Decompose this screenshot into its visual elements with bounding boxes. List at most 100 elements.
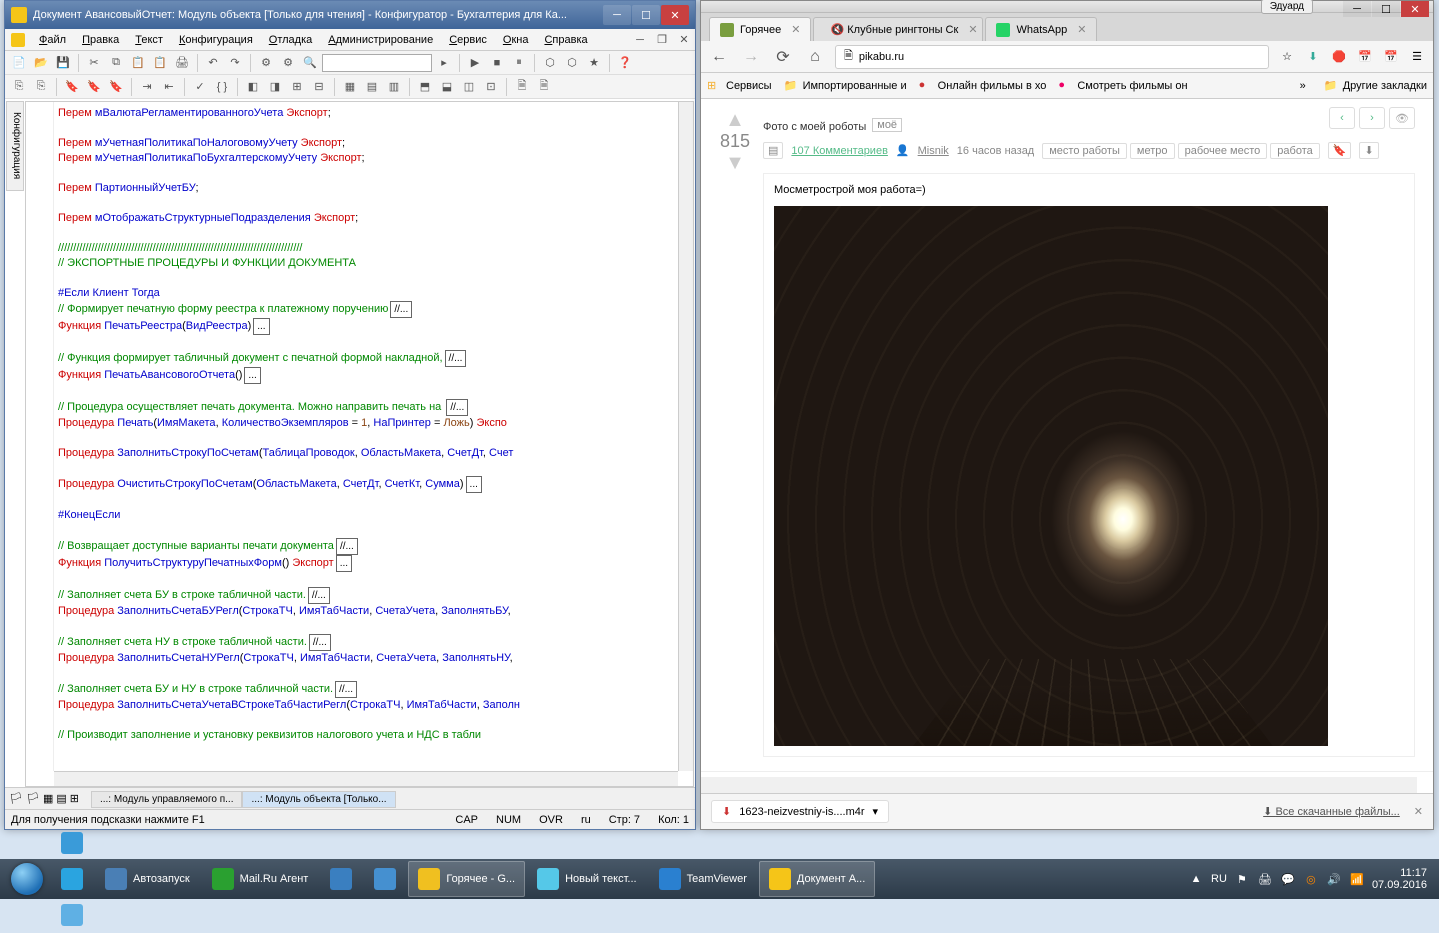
close-tab-icon[interactable]: ✕ bbox=[1077, 23, 1086, 36]
user-badge[interactable]: Эдуард bbox=[1261, 0, 1313, 14]
task-2[interactable] bbox=[320, 861, 362, 897]
pinned-1[interactable] bbox=[51, 861, 93, 897]
close-downloads-button[interactable]: ✕ bbox=[1414, 805, 1423, 818]
more-post-icon[interactable]: ⬇ bbox=[1359, 142, 1378, 159]
inner-restore-button[interactable]: ❐ bbox=[653, 32, 671, 48]
tray-printer-icon[interactable]: 🖨 bbox=[1257, 871, 1273, 887]
task-5[interactable]: Новый текст... bbox=[527, 861, 646, 897]
ext-star-icon[interactable]: ☆ bbox=[1277, 47, 1297, 67]
ext-cal1-icon[interactable]: 📅 bbox=[1355, 47, 1375, 67]
post-tag[interactable]: рабочее место bbox=[1178, 143, 1268, 159]
t2e1-icon[interactable]: 🗎 bbox=[512, 77, 532, 97]
save-icon[interactable]: 💾 bbox=[53, 53, 73, 73]
print-icon[interactable]: 🖨 bbox=[172, 53, 192, 73]
code-body[interactable]: Перем мВалютаРегламентированногоУчета Эк… bbox=[54, 102, 678, 771]
menu-Файл[interactable]: Файл bbox=[31, 31, 74, 49]
t2d3-icon[interactable]: ◫ bbox=[459, 77, 479, 97]
cfg1-icon[interactable]: ⚙ bbox=[256, 53, 276, 73]
cfg2-icon[interactable]: ⚙ bbox=[278, 53, 298, 73]
bookmark-icon[interactable]: 🔖 bbox=[62, 77, 82, 97]
tray-clock[interactable]: 11:17 07.09.2016 bbox=[1372, 867, 1427, 891]
bp-icon[interactable]: 🏳 bbox=[9, 792, 23, 805]
t2c3-icon[interactable]: ▥ bbox=[384, 77, 404, 97]
chrome-titlebar[interactable]: Эдуард ─ ☐ ✕ bbox=[701, 1, 1433, 13]
run-icon[interactable]: ▶ bbox=[465, 53, 485, 73]
save-post-icon[interactable]: 🔖 bbox=[1328, 142, 1352, 159]
t2e2-icon[interactable]: 🗎 bbox=[534, 77, 554, 97]
t2d1-icon[interactable]: ⬒ bbox=[415, 77, 435, 97]
bookmark-4[interactable]: 📁Другие закладки bbox=[1324, 79, 1427, 93]
page-content[interactable]: ▲ 815 ▼ ‹ › 👁 Фото с моей роботымоё ▤ 10… bbox=[701, 99, 1433, 793]
browser-tab-0[interactable]: Горячее✕ bbox=[709, 17, 811, 41]
bp4-icon[interactable]: ▤ bbox=[56, 792, 66, 805]
task-3[interactable] bbox=[364, 861, 406, 897]
page-hscroll[interactable] bbox=[701, 777, 1417, 793]
next-post-button[interactable]: › bbox=[1359, 107, 1385, 129]
pinned-2[interactable] bbox=[51, 897, 93, 933]
syntax-icon[interactable]: ✓ bbox=[190, 77, 210, 97]
download-chevron-icon[interactable]: ▾ bbox=[873, 805, 879, 818]
expand-icon[interactable]: ▤ bbox=[763, 142, 783, 159]
copy-icon[interactable]: ⧉ bbox=[106, 53, 126, 73]
tray-up-icon[interactable]: ▲ bbox=[1188, 871, 1204, 887]
bp5-icon[interactable]: ⊞ bbox=[70, 792, 79, 805]
chrome-menu-button[interactable]: ☰ bbox=[1407, 47, 1427, 67]
prev-post-button[interactable]: ‹ bbox=[1329, 107, 1355, 129]
cut-icon[interactable]: ✂ bbox=[84, 53, 104, 73]
vertical-scrollbar[interactable] bbox=[678, 102, 693, 771]
t2c1-icon[interactable]: ▦ bbox=[340, 77, 360, 97]
t2c2-icon[interactable]: ▤ bbox=[362, 77, 382, 97]
author-link[interactable]: Misnik bbox=[918, 145, 949, 157]
dbg1-icon[interactable]: ⬡ bbox=[540, 53, 560, 73]
bookmark-0[interactable]: ⊞Сервисы bbox=[707, 79, 772, 93]
pinned-0[interactable] bbox=[51, 825, 93, 861]
post-tag[interactable]: работа bbox=[1270, 143, 1319, 159]
help-icon[interactable]: ❓ bbox=[615, 53, 635, 73]
maximize-button[interactable]: ☐ bbox=[632, 5, 660, 25]
dbg3-icon[interactable]: ★ bbox=[584, 53, 604, 73]
open-icon[interactable]: 📂 bbox=[31, 53, 51, 73]
bookmark3-icon[interactable]: 🔖 bbox=[106, 77, 126, 97]
tray-mail-icon[interactable]: ◎ bbox=[1303, 871, 1319, 887]
task-6[interactable]: TeamViewer bbox=[649, 861, 757, 897]
task-1[interactable]: Mail.Ru Агент bbox=[202, 861, 319, 897]
post-tag[interactable]: метро bbox=[1130, 143, 1175, 159]
t2d2-icon[interactable]: ⬓ bbox=[437, 77, 457, 97]
task-0[interactable]: Автозапуск bbox=[95, 861, 200, 897]
menu-Конфигурация[interactable]: Конфигурация bbox=[171, 31, 261, 49]
paste-icon[interactable]: 📋 bbox=[128, 53, 148, 73]
bp3-icon[interactable]: ▦ bbox=[43, 792, 53, 805]
chrome-maximize-button[interactable]: ☐ bbox=[1372, 1, 1400, 17]
redo-icon[interactable]: ↷ bbox=[225, 53, 245, 73]
t2d4-icon[interactable]: ⊡ bbox=[481, 77, 501, 97]
brace-icon[interactable]: { } bbox=[212, 77, 232, 97]
tray-lang[interactable]: RU bbox=[1211, 873, 1227, 885]
forward-button[interactable]: → bbox=[739, 45, 763, 69]
browser-tab-2[interactable]: WhatsApp✕ bbox=[985, 17, 1097, 41]
find-icon[interactable]: 🔍 bbox=[300, 53, 320, 73]
undo-icon[interactable]: ↶ bbox=[203, 53, 223, 73]
go-icon[interactable]: ▸ bbox=[434, 53, 454, 73]
download-item[interactable]: ⬇ 1623-neizvestniy-is....m4r ▾ bbox=[711, 800, 889, 823]
reload-button[interactable]: ⟳ bbox=[771, 45, 795, 69]
tray-whatsapp-icon[interactable]: 💬 bbox=[1280, 871, 1296, 887]
dbg2-icon[interactable]: ⬡ bbox=[562, 53, 582, 73]
ext-adblock-icon[interactable]: 🛑 bbox=[1329, 47, 1349, 67]
t2b1-icon[interactable]: ◧ bbox=[243, 77, 263, 97]
close-tab-icon[interactable]: ✕ bbox=[791, 23, 800, 36]
bp2-icon[interactable]: 🏳 bbox=[26, 792, 40, 805]
all-downloads-button[interactable]: ⬇ Все скачанные файлы... bbox=[1263, 805, 1400, 818]
bookmark-1[interactable]: 📁Импортированные и bbox=[784, 79, 907, 93]
menu-Администрирование[interactable]: Администрирование bbox=[320, 31, 441, 49]
menu-Отладка[interactable]: Отладка bbox=[261, 31, 321, 49]
bookmarks-overflow[interactable]: » bbox=[1300, 80, 1306, 92]
tray-net-icon[interactable]: ⚑ bbox=[1234, 871, 1250, 887]
post-image-tunnel[interactable] bbox=[774, 206, 1328, 746]
indent-icon[interactable]: ⇥ bbox=[137, 77, 157, 97]
start-button[interactable] bbox=[4, 861, 50, 897]
task-7[interactable]: Документ А... bbox=[759, 861, 875, 897]
horizontal-scrollbar[interactable] bbox=[54, 771, 678, 786]
menu-Правка[interactable]: Правка bbox=[74, 31, 127, 49]
back-button[interactable]: ← bbox=[707, 45, 731, 69]
home-button[interactable]: ⌂ bbox=[803, 45, 827, 69]
